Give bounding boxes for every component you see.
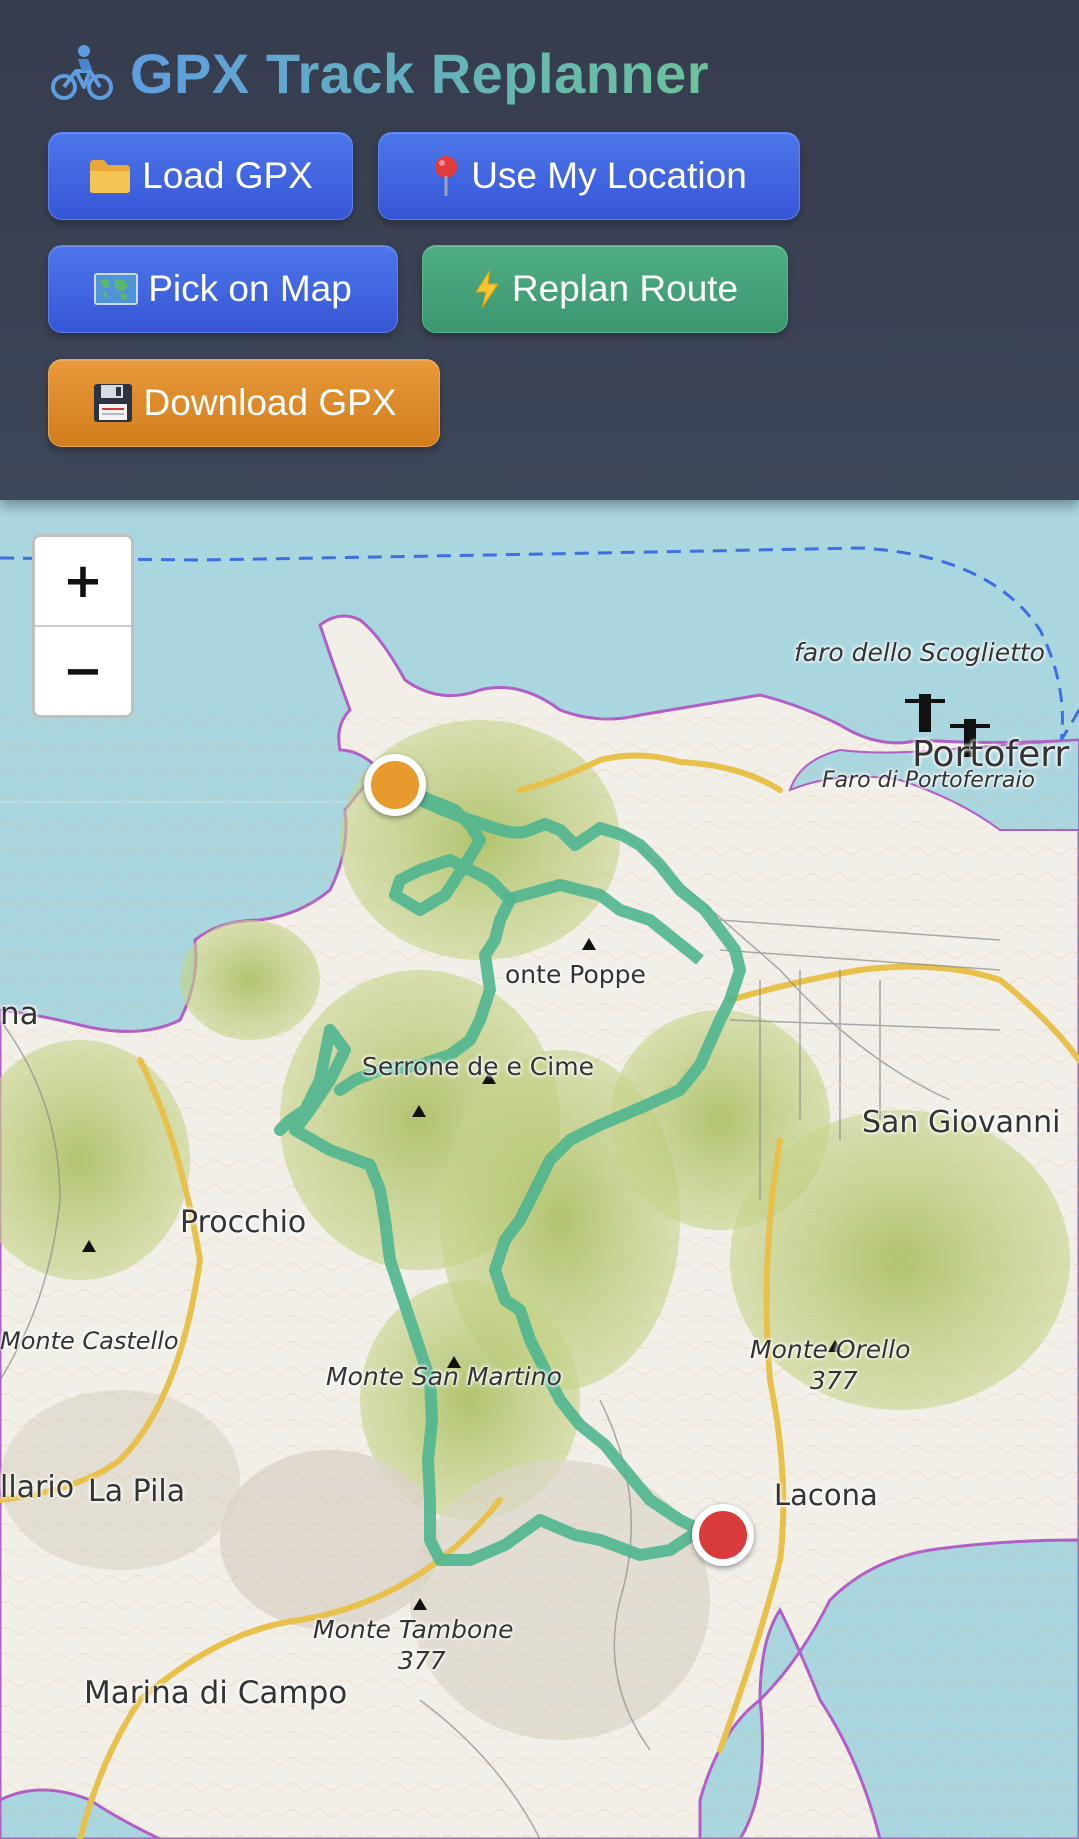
map-view[interactable]: faro dello Scoglietto Portoferr Faro di … (0, 500, 1079, 1839)
map-label-monte-castello: Monte Castello (0, 1327, 179, 1355)
map-label-procchio: Procchio (180, 1205, 307, 1240)
end-marker[interactable] (692, 1504, 754, 1566)
map-label-la-pila: La Pila (88, 1474, 186, 1509)
map-label-monte-poppe: onte Poppe (505, 960, 646, 989)
download-gpx-label: Download GPX (143, 382, 397, 423)
load-gpx-label: Load GPX (142, 155, 313, 196)
pick-on-map-button[interactable]: Pick on Map (48, 245, 398, 333)
map-label-san-giovanni: San Giovanni (862, 1105, 1061, 1140)
map-label-monte-orello-elevation: 377 (810, 1366, 858, 1395)
bicycle-icon (51, 45, 113, 100)
pin-icon (431, 154, 461, 198)
map-label-monte-tambone-elevation: 377 (398, 1646, 446, 1675)
lightning-icon (472, 268, 502, 310)
replan-route-label: Replan Route (511, 268, 739, 309)
map-label-monte-orello: Monte Orello (750, 1335, 911, 1364)
start-marker[interactable] (364, 754, 426, 816)
folder-icon (88, 156, 132, 196)
map-label-na: na (0, 996, 39, 1032)
map-label-serrone-delle-cime: Serrone de e Cime (362, 1052, 594, 1081)
map-label-faro-scoglietto: faro dello Scoglietto (794, 638, 1045, 667)
map-label-lacona: Lacona (774, 1478, 878, 1512)
floppy-disk-icon (92, 382, 134, 424)
pick-on-map-label: Pick on Map (148, 268, 352, 309)
map-label-monte-tambone: Monte Tambone (313, 1615, 514, 1644)
zoom-control: + − (32, 534, 134, 718)
map-label-faro-portoferraio: Faro di Portoferraio (822, 768, 1035, 793)
download-gpx-button[interactable]: Download GPX (48, 359, 440, 447)
zoom-out-button[interactable]: − (35, 625, 131, 715)
load-gpx-button[interactable]: Load GPX (48, 132, 353, 220)
use-my-location-label: Use My Location (471, 155, 747, 196)
map-label-marina-di-campo: Marina di Campo (84, 1675, 348, 1711)
app-title: GPX Track Replanner (50, 38, 709, 108)
app-root: GPX Track Replanner Load GPX Use My Loca… (0, 0, 1079, 1839)
replan-route-button[interactable]: Replan Route (422, 245, 788, 333)
map-label-monte-san-martino: Monte San Martino (326, 1362, 562, 1391)
zoom-in-button[interactable]: + (35, 537, 131, 625)
app-title-text: GPX Track Replanner (130, 41, 710, 105)
header-panel: GPX Track Replanner Load GPX Use My Loca… (0, 0, 1079, 500)
use-my-location-button[interactable]: Use My Location (378, 132, 800, 220)
map-label-ilario: llario (0, 1470, 75, 1505)
world-map-icon (94, 272, 139, 306)
map-tiles (0, 500, 1079, 1839)
